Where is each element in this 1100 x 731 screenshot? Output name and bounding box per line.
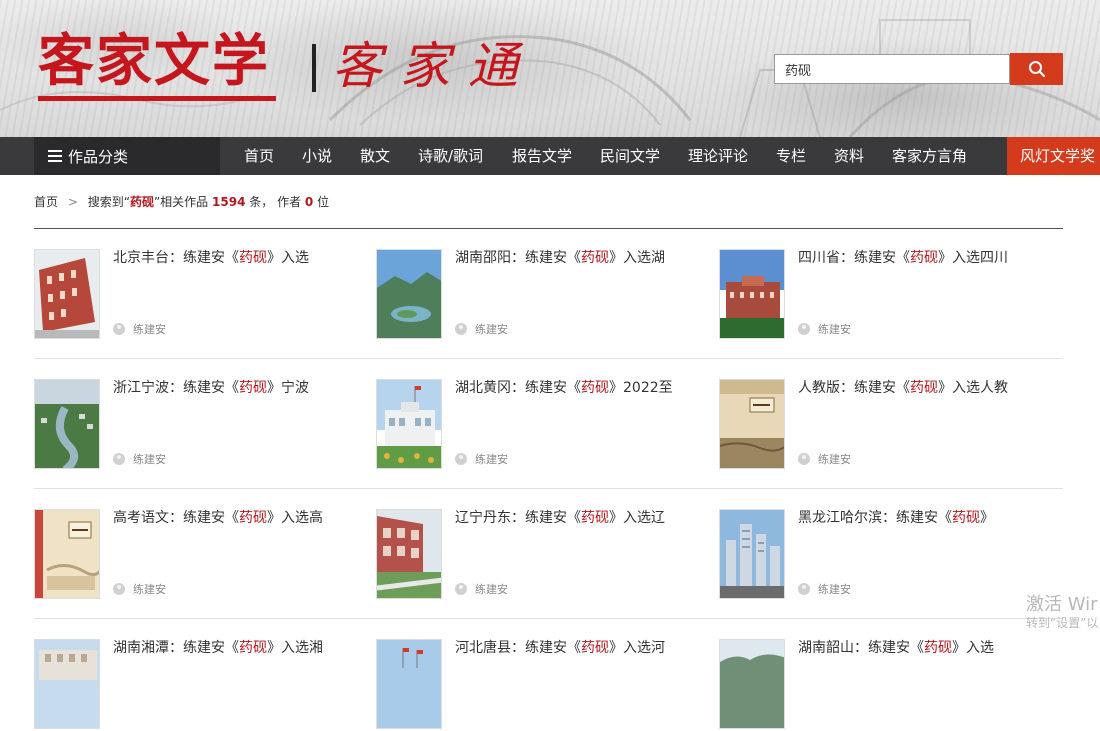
result-card[interactable]: 北京丰台：练建安《药砚》入选 练建安 <box>34 249 364 341</box>
header-banner: 客家文学 客家通 <box>0 0 1100 137</box>
result-card[interactable]: 高考语文：练建安《药砚》入选高 练建安 <box>34 509 364 601</box>
search-button[interactable] <box>1010 53 1063 85</box>
search-summary-middle: ”相关作品 <box>153 195 209 209</box>
result-thumbnail[interactable] <box>376 509 442 599</box>
result-card[interactable]: 辽宁丹东：练建安《药砚》入选辽 练建安 <box>376 509 706 601</box>
result-thumbnail[interactable] <box>376 639 442 729</box>
activation-watermark-title: 激活 Wir <box>1026 594 1098 615</box>
result-thumbnail[interactable] <box>34 509 100 599</box>
nav-item-home[interactable]: 首页 <box>244 137 274 175</box>
site-logo[interactable]: 客家文学 <box>38 30 270 92</box>
menu-icon <box>48 147 62 165</box>
result-thumbnail[interactable] <box>719 249 785 339</box>
result-card[interactable]: 黑龙江哈尔滨：练建安《药砚》 练建安 <box>719 509 1049 601</box>
search-input[interactable] <box>774 54 1010 84</box>
result-author[interactable]: 练建安 <box>455 581 508 597</box>
nav-item-poetry[interactable]: 诗歌/歌词 <box>418 137 483 175</box>
result-author[interactable]: 练建安 <box>455 321 508 337</box>
logo-underline <box>38 96 276 101</box>
breadcrumb: 首页 > 搜索到“药砚”相关作品 1594 条， 作者 0 位 <box>34 193 329 210</box>
result-author[interactable]: 练建安 <box>113 451 166 467</box>
result-author[interactable]: 练建安 <box>798 451 851 467</box>
result-title[interactable]: 湖北黄冈：练建安《药砚》2022至 <box>455 377 705 399</box>
results-divider <box>34 228 1063 229</box>
result-author[interactable]: 练建安 <box>113 321 166 337</box>
activation-watermark-subtitle: 转到“设置”以 <box>1026 616 1099 630</box>
search-summary-end: 位 <box>317 195 330 209</box>
result-title[interactable]: 河北唐县：练建安《药砚》入选河 <box>455 637 705 659</box>
result-thumbnail[interactable] <box>376 379 442 469</box>
result-title[interactable]: 人教版：练建安《药砚》入选人教 <box>798 377 1048 399</box>
result-card[interactable]: 湖南韶山：练建安《药砚》入选 <box>719 639 1049 731</box>
result-author[interactable]: 练建安 <box>798 321 851 337</box>
breadcrumb-home[interactable]: 首页 <box>34 195 58 209</box>
logo-separator <box>312 44 316 92</box>
row-divider <box>34 358 1063 359</box>
result-title[interactable]: 湖南湘潭：练建安《药砚》入选湘 <box>113 637 363 659</box>
nav-item-reportage[interactable]: 报告文学 <box>512 137 572 175</box>
result-thumbnail[interactable] <box>719 639 785 729</box>
avatar-icon <box>455 453 467 465</box>
result-title[interactable]: 四川省：练建安《药砚》入选四川 <box>798 247 1048 269</box>
avatar-icon <box>455 323 467 335</box>
search-summary-prefix: 搜索到“ <box>87 195 130 209</box>
search-icon <box>1028 61 1045 78</box>
row-divider <box>34 488 1063 489</box>
result-title[interactable]: 辽宁丹东：练建安《药砚》入选辽 <box>455 507 705 529</box>
avatar-icon <box>798 583 810 595</box>
result-title[interactable]: 高考语文：练建安《药砚》入选高 <box>113 507 363 529</box>
result-thumbnail[interactable] <box>34 249 100 339</box>
result-author[interactable]: 练建安 <box>455 451 508 467</box>
result-author[interactable]: 练建安 <box>113 581 166 597</box>
result-count: 1594 <box>212 195 246 209</box>
result-thumbnail[interactable] <box>34 639 100 729</box>
result-author[interactable]: 练建安 <box>798 581 851 597</box>
result-thumbnail[interactable] <box>34 379 100 469</box>
result-title[interactable]: 湖南邵阳：练建安《药砚》入选湖 <box>455 247 705 269</box>
nav-item-novel[interactable]: 小说 <box>302 137 332 175</box>
result-title[interactable]: 湖南韶山：练建安《药砚》入选 <box>798 637 1048 659</box>
author-count: 0 <box>304 195 314 209</box>
result-card[interactable]: 四川省：练建安《药砚》入选四川 练建安 <box>719 249 1049 341</box>
nav-item-materials[interactable]: 资料 <box>834 137 864 175</box>
result-thumbnail[interactable] <box>719 509 785 599</box>
result-title[interactable]: 北京丰台：练建安《药砚》入选 <box>113 247 363 269</box>
nav-item-prose[interactable]: 散文 <box>360 137 390 175</box>
avatar-icon <box>455 583 467 595</box>
logo-calligraphy: 客家通 <box>332 37 536 95</box>
search-keyword: 药砚 <box>129 195 154 209</box>
nav-category-menu[interactable]: 作品分类 <box>34 137 220 175</box>
result-thumbnail[interactable] <box>719 379 785 469</box>
main-nav: 作品分类 首页 小说 散文 诗歌/歌词 报告文学 民间文学 理论评论 专栏 资料… <box>0 137 1100 175</box>
search-summary-suffix: 条， 作者 <box>249 195 302 209</box>
result-card[interactable]: 人教版：练建安《药砚》入选人教 练建安 <box>719 379 1049 471</box>
nav-item-dialect[interactable]: 客家方言角 <box>892 137 967 175</box>
nav-item-folk[interactable]: 民间文学 <box>600 137 660 175</box>
nav-category-label: 作品分类 <box>68 147 129 166</box>
nav-item-award[interactable]: 风灯文学奖 <box>1007 137 1100 175</box>
avatar-icon <box>113 583 125 595</box>
nav-item-column[interactable]: 专栏 <box>776 137 806 175</box>
avatar-icon <box>113 323 125 335</box>
result-card[interactable]: 湖南邵阳：练建安《药砚》入选湖 练建安 <box>376 249 706 341</box>
nav-item-criticism[interactable]: 理论评论 <box>688 137 748 175</box>
avatar-icon <box>798 453 810 465</box>
result-card[interactable]: 湖北黄冈：练建安《药砚》2022至 练建安 <box>376 379 706 471</box>
result-title[interactable]: 黑龙江哈尔滨：练建安《药砚》 <box>798 507 1048 529</box>
row-divider <box>34 618 1063 619</box>
result-card[interactable]: 湖南湘潭：练建安《药砚》入选湘 <box>34 639 364 731</box>
result-card[interactable]: 河北唐县：练建安《药砚》入选河 <box>376 639 706 731</box>
result-thumbnail[interactable] <box>376 249 442 339</box>
avatar-icon <box>798 323 810 335</box>
result-title[interactable]: 浙江宁波：练建安《药砚》宁波 <box>113 377 363 399</box>
chevron-right-icon: > <box>67 195 78 209</box>
avatar-icon <box>113 453 125 465</box>
result-card[interactable]: 浙江宁波：练建安《药砚》宁波 练建安 <box>34 379 364 471</box>
